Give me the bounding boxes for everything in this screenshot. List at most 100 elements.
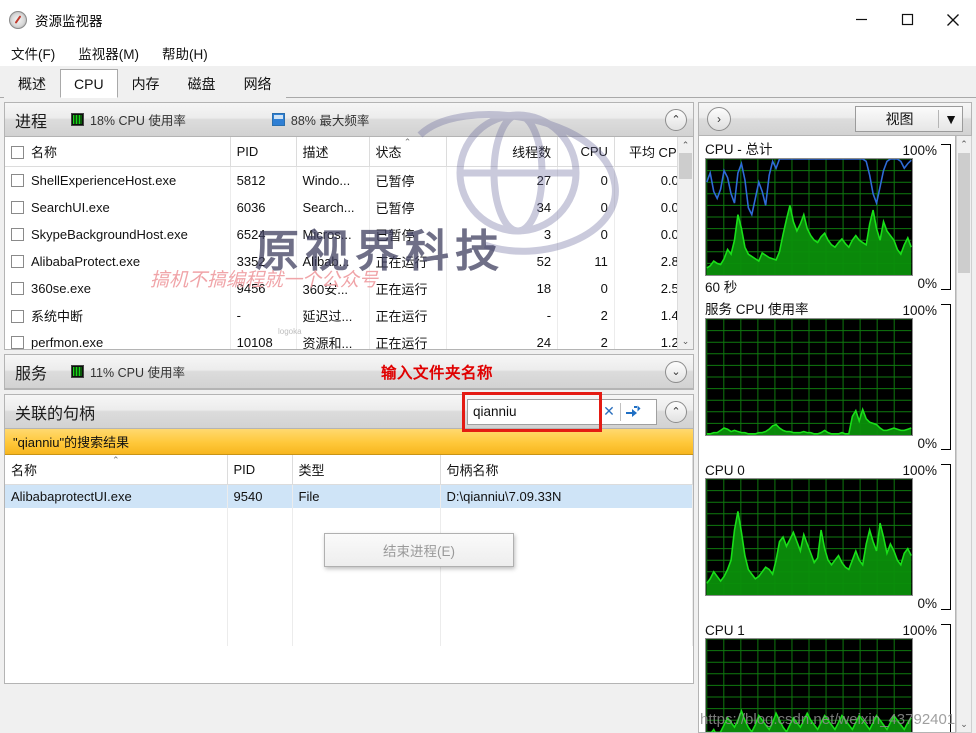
menu-help[interactable]: 帮助(H)	[159, 41, 218, 65]
row-checkbox[interactable]	[11, 282, 24, 295]
processes-freq-stat-label: 88% 最大频率	[290, 114, 370, 128]
cell-name: 360se.exe	[5, 275, 231, 302]
cell-threads: 24	[446, 329, 559, 349]
tab-strip: 概述 CPU 内存 磁盘 网络	[0, 66, 976, 98]
view-dropdown[interactable]: 视图 ▼	[855, 106, 963, 132]
logoka-watermark: logoka	[278, 327, 302, 336]
col-name[interactable]: 名称	[5, 137, 231, 167]
cell-status: 已暂停	[369, 221, 447, 248]
cell-description: 资源和...	[296, 329, 370, 349]
maximize-button[interactable]	[884, 0, 930, 40]
expand-pane-icon[interactable]: ›	[707, 107, 731, 131]
graph-1: 服务 CPU 使用率 100% 0%	[705, 298, 951, 456]
processes-panel-header[interactable]: 进程 18% CPU 使用率 88% 最大频率 ⌃	[5, 103, 693, 137]
tab-cpu[interactable]: CPU	[60, 69, 118, 98]
graph-scale-bracket	[941, 144, 951, 290]
graph-title: CPU 0	[705, 463, 745, 478]
cell-status: 正在运行	[369, 329, 447, 349]
table-row[interactable]: SkypeBackgroundHost.exe 6524 Micros... 已暂停 3…	[5, 221, 693, 248]
menu-monitor[interactable]: 监视器(M)	[75, 41, 149, 65]
cell-cpu: 11	[557, 248, 615, 275]
graphs-scroll-up-icon[interactable]: ⌃	[957, 136, 971, 152]
tab-disk[interactable]: 磁盘	[173, 69, 230, 98]
row-checkbox[interactable]	[11, 336, 24, 349]
services-expand-icon[interactable]: ⌄	[665, 360, 687, 383]
processes-scrollbar[interactable]: ⌃ ⌄	[677, 137, 693, 349]
search-input[interactable]	[468, 400, 598, 423]
search-refresh-icon[interactable]	[621, 405, 645, 419]
handle-col-name[interactable]: ⌃ 名称	[5, 455, 228, 485]
handle-search-box[interactable]: ✕	[462, 391, 657, 432]
scroll-up-icon[interactable]: ⌃	[678, 137, 693, 153]
processes-collapse-icon[interactable]: ⌃	[665, 108, 687, 131]
handles-title: 关联的句柄	[15, 405, 96, 423]
title-bar: 资源监视器	[0, 0, 976, 40]
cell-handle-type: File	[292, 484, 441, 508]
processes-title: 进程	[15, 113, 48, 131]
cell-handle-path: D:\qianniu\7.09.33N	[440, 484, 693, 508]
cell-name: SkypeBackgroundHost.exe	[5, 221, 231, 248]
cell-pid: 3352	[230, 248, 297, 275]
processes-cpu-stat-label: 18% CPU 使用率	[90, 114, 186, 128]
scroll-thumb[interactable]	[679, 153, 692, 179]
chevron-down-icon[interactable]: ▼	[944, 111, 958, 127]
graphs-scrollbar[interactable]: ⌃ ⌄	[956, 136, 972, 733]
row-checkbox[interactable]	[11, 310, 24, 323]
tab-memory[interactable]: 内存	[117, 69, 174, 98]
handle-col-handle-name[interactable]: 句柄名称	[440, 455, 693, 485]
annotation-folder-name: 输入文件夹名称	[381, 365, 494, 382]
table-row-empty	[5, 623, 693, 646]
handles-panel-header: 关联的句柄 ✕ ⌃	[5, 391, 693, 432]
cell-threads: 52	[446, 248, 559, 275]
cell-description: Micros...	[296, 221, 370, 248]
table-row[interactable]: 系统中断 - 延迟过... 正在运行 -2 1.46	[5, 302, 693, 329]
window-title: 资源监视器	[35, 13, 103, 29]
col-description[interactable]: 描述	[296, 137, 370, 167]
graph-labels: CPU 1 100%	[705, 618, 951, 638]
tab-network[interactable]: 网络	[229, 69, 286, 98]
col-pid[interactable]: PID	[230, 137, 297, 167]
row-checkbox[interactable]	[11, 201, 24, 214]
handles-collapse-icon[interactable]: ⌃	[665, 400, 687, 423]
table-row[interactable]: 360se.exe 9456 360安... 正在运行 18 0 2.56	[5, 275, 693, 302]
graphs-scroll-down-icon[interactable]: ⌄	[957, 716, 971, 732]
services-cpu-stat: 11% CPU 使用率	[71, 362, 185, 381]
cell-description: 360安...	[296, 275, 370, 302]
col-cpu[interactable]: CPU	[557, 137, 615, 167]
row-checkbox[interactable]	[11, 255, 24, 268]
cell-cpu: 0	[557, 221, 615, 248]
close-button[interactable]	[930, 0, 976, 40]
graph-labels: 服务 CPU 使用率 100%	[705, 298, 951, 318]
green-meter-icon	[71, 365, 85, 378]
graphs-scroll-thumb[interactable]	[958, 153, 970, 273]
cell-cpu: 0	[557, 194, 615, 221]
clear-search-icon[interactable]: ✕	[598, 403, 620, 420]
cell-pid: 9456	[230, 275, 297, 302]
menu-file[interactable]: 文件(F)	[8, 41, 65, 65]
graph-labels: CPU 0 100%	[705, 458, 951, 478]
minimize-button[interactable]	[838, 0, 884, 40]
cell-pid: 5812	[230, 166, 297, 194]
table-row-empty	[5, 508, 693, 531]
tab-overview[interactable]: 概述	[4, 69, 60, 98]
row-checkbox[interactable]	[11, 174, 24, 187]
col-status[interactable]: ⌃ 状态	[369, 137, 447, 167]
cell-threads: 3	[446, 221, 559, 248]
sort-caret-icon: ⌃	[403, 137, 412, 147]
table-row[interactable]: ShellExperienceHost.exe 5812 Windo... 已暂停 27…	[5, 166, 693, 194]
table-row[interactable]: SearchUI.exe 6036 Search... 已暂停 34 0 0.00	[5, 194, 693, 221]
handle-col-type[interactable]: 类型	[292, 455, 441, 485]
select-all-checkbox[interactable]	[11, 146, 24, 159]
cell-pid: 6036	[230, 194, 297, 221]
table-row[interactable]: perfmon.exe 10108 资源和... 正在运行 24 2 1.24	[5, 329, 693, 349]
col-threads[interactable]: 线程数	[446, 137, 559, 167]
table-row[interactable]: AlibabaProtect.exe 3352 Alibab... 正在运行 52 11 2…	[5, 248, 693, 275]
scroll-down-icon[interactable]: ⌄	[678, 333, 693, 349]
services-panel-header[interactable]: 服务 11% CPU 使用率 输入文件夹名称 ⌄	[5, 355, 693, 389]
table-row-empty	[5, 577, 693, 600]
handle-col-pid[interactable]: PID	[227, 455, 293, 485]
table-row[interactable]: AlibabaprotectUI.exe 9540 File D:\qianniu\7…	[5, 484, 693, 508]
context-menu-end-process[interactable]: 结束进程(E)	[324, 533, 514, 567]
row-checkbox[interactable]	[11, 228, 24, 241]
graph-canvas	[705, 478, 913, 596]
